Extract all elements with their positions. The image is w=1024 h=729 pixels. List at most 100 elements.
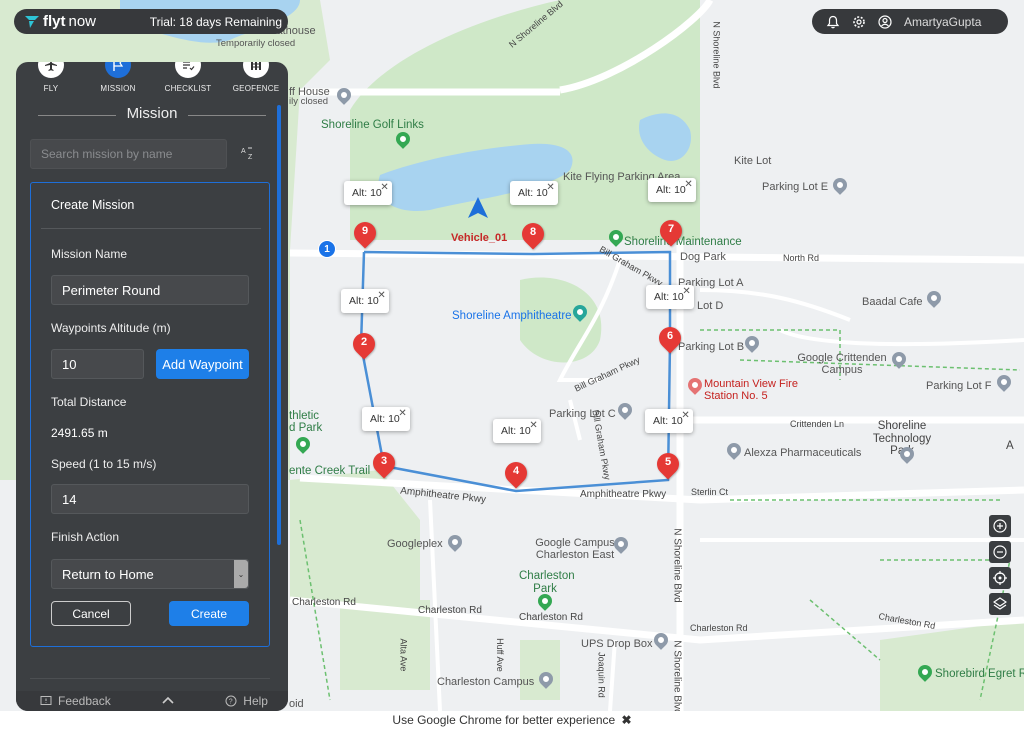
chevron-down-icon[interactable]: ⌄ [234,560,248,588]
search-mission-input[interactable] [30,139,227,169]
close-icon[interactable]: ✕ [546,182,554,193]
altitude-popup: Alt: 10 ✕ [493,419,541,443]
trial-status: Trial: 18 days Remaining [149,14,282,29]
waypoint-marker[interactable]: 4 [500,457,532,492]
road-label-crittenden: Crittenden Ln [790,419,845,429]
waypoint-marker[interactable]: 8 [517,218,549,253]
vehicle-arrow-icon[interactable] [466,196,490,220]
altitude-popup: Alt: 10 ✕ [510,181,558,205]
browser-notice: Use Google Chrome for better experience … [0,711,1024,729]
username[interactable]: AmartyaGupta [904,15,981,29]
panel-footer: Feedback ? Help [16,691,288,711]
cancel-button[interactable]: Cancel [51,601,131,626]
close-icon[interactable]: ✕ [529,420,537,431]
panel-divider [30,678,270,688]
finish-action-select[interactable]: Return to Home ⌄ [51,559,249,589]
close-icon[interactable]: ✕ [398,408,406,419]
map-label-lot-d: Lot D [697,300,724,312]
panel-scrollbar[interactable] [277,105,281,545]
gear-icon[interactable] [852,15,866,29]
waypoint-marker[interactable]: 2 [348,328,380,363]
mission-name-input[interactable]: Perimeter Round [51,275,249,305]
speed-input[interactable]: 14 [51,484,249,514]
close-icon[interactable]: ✕ [377,290,385,301]
altitude-input[interactable]: 10 [51,349,144,379]
road-label-joaquin: Joaquin Rd [596,652,607,698]
close-icon[interactable]: ✕ [681,410,689,421]
road-label-n-shoreline-bottom: N Shoreline Blvd [671,528,683,603]
feedback-button[interactable]: Feedback [40,694,111,708]
waypoint-marker[interactable]: 5 [652,448,684,483]
map-label-charleston-campus: Charleston Campus [437,676,535,688]
crosshair-icon [993,571,1007,585]
create-button[interactable]: Create [169,601,249,626]
road-label-charleston-3: Charleston Rd [519,612,583,623]
help-button[interactable]: ? Help [225,694,268,708]
close-notice-icon[interactable]: ✖ [622,713,632,727]
map-label-a: A [1006,440,1014,452]
map-label-kite-lot: Kite Lot [734,155,772,167]
altitude-label: Waypoints Altitude (m) [51,321,171,335]
tab-geofence[interactable]: GEOFENCE [226,62,286,93]
map-label-maintenance: Shoreline Maintenance [624,236,742,248]
feedback-icon [40,696,52,705]
add-waypoint-button[interactable]: Add Waypoint [156,349,249,379]
panel-nav: FLY MISSION CHECKLIST GEOFENCE [16,62,288,100]
locate-button[interactable] [989,567,1011,589]
finish-action-label: Finish Action [51,530,120,544]
road-label-n-shoreline-bottom-2: N Shoreline Blvd [671,640,683,711]
speed-label: Speed (1 to 15 m/s) [51,457,157,471]
close-icon[interactable]: ✕ [684,179,692,190]
road-label-charleston: Charleston Rd [292,597,356,608]
mission-panel: FLY MISSION CHECKLIST GEOFENCE Mission A… [16,62,288,711]
map-label-amphitheatre: Shoreline Amphitheatre [452,310,572,322]
map-label-dog-park: Dog Park [680,251,726,263]
waypoint-marker[interactable]: 9 [349,217,381,252]
map-label-baadal: Baadal Cafe [862,296,923,308]
tab-checklist[interactable]: CHECKLIST [158,62,218,93]
divider [41,228,261,229]
close-icon[interactable]: ✕ [682,286,690,297]
road-label-sterlin: Sterlin Ct [691,487,729,497]
layers-button[interactable] [989,593,1011,615]
user-avatar-icon[interactable] [878,14,892,29]
logo-brand: flyt [43,13,66,30]
create-mission-card: Create Mission Mission Name Perimeter Ro… [30,182,270,647]
vehicle-label: Vehicle_01 [451,232,508,244]
road-label-charleston-2: Charleston Rd [418,605,482,616]
user-bar: AmartyaGupta [812,9,1008,34]
map-label-golf-links: Shoreline Golf Links [321,119,424,131]
mission-name-label: Mission Name [51,247,128,261]
tab-fly[interactable]: FLY [21,62,81,93]
waypoint-marker[interactable]: 3 [368,447,400,482]
road-label-n-shoreline-side: N Shoreline Blvd [711,21,722,89]
road-label-amphitheatre-2: Amphitheatre Pkwy [580,489,667,500]
finish-action-value: Return to Home [62,566,154,582]
altitude-popup: Alt: 10 ✕ [648,178,696,202]
road-label-north-rd: North Rd [783,253,820,263]
notice-text: Use Google Chrome for better experience [392,713,616,727]
svg-text:?: ? [229,699,233,706]
waypoint-marker[interactable]: 7 [655,215,687,250]
tab-mission[interactable]: MISSION [88,62,148,93]
altitude-popup: Alt: 10 ✕ [645,409,693,433]
altitude-popup: Alt: 10 ✕ [341,289,389,313]
airplane-icon [45,62,57,71]
sort-az-button[interactable]: AZ [240,146,256,163]
zoom-in-button[interactable] [989,515,1011,537]
waypoint-marker[interactable]: 6 [654,322,686,357]
map-label-alexza: Alexza Pharmaceuticals [744,447,862,459]
svg-text:A: A [241,148,246,155]
close-icon[interactable]: ✕ [380,182,388,193]
altitude-popup: Alt: 10 ✕ [646,285,694,309]
chevron-up-icon[interactable] [161,694,175,708]
map-label-parking-c: Parking Lot C [549,408,616,420]
zoom-out-button[interactable] [989,541,1011,563]
flytnow-logo[interactable]: flyt now [24,13,96,30]
map-label-fire-station: Mountain View Fire Station No. 5 [704,378,798,403]
map-label-shorebird: Shorebird Egret R [935,668,1024,680]
map-label-athletic: thletic [289,410,320,422]
home-marker[interactable]: 1 [318,240,336,258]
bell-icon[interactable] [826,15,840,29]
altitude-popup: Alt: 10 ✕ [344,181,392,205]
